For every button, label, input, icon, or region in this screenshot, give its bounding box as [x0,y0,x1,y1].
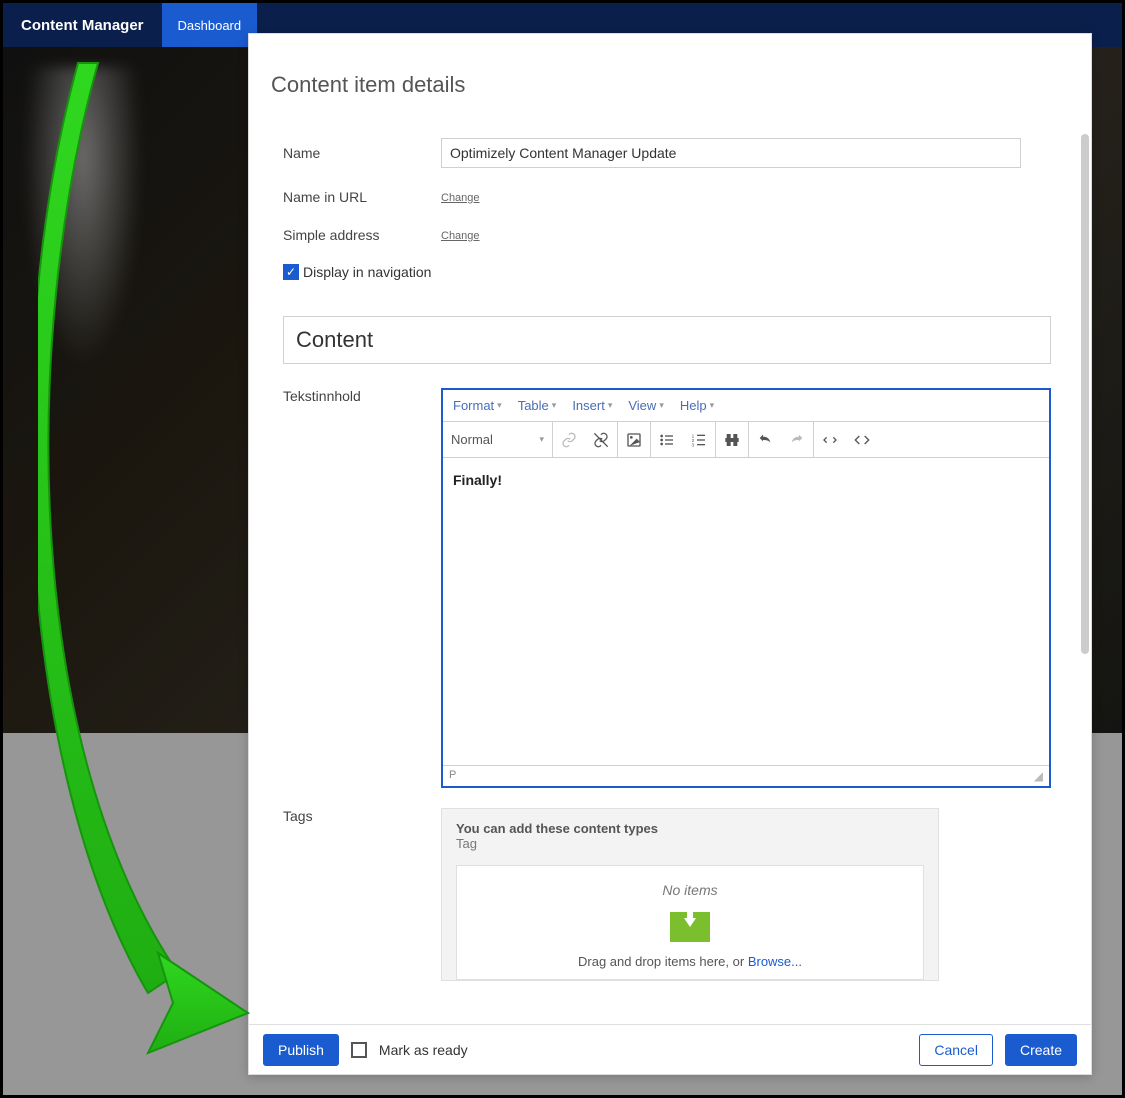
rich-text-editor: Format▾ Table▾ Insert▾ View▾ Help▾ Norma… [441,388,1051,788]
field-simple-address-row: Simple address Change [271,226,1051,244]
tags-no-items: No items [467,882,913,898]
name-in-url-label: Name in URL [283,189,441,205]
field-name-in-url-row: Name in URL Change [271,188,1051,206]
resize-handle-icon[interactable]: ◢ [1034,769,1043,783]
rte-toolbar: Normal▾ [443,422,1049,458]
rte-menu-view[interactable]: View▾ [628,398,663,413]
scrollbar[interactable] [1081,134,1089,654]
simple-address-label: Simple address [283,227,441,243]
tags-box: You can add these content types Tag No i… [441,808,939,981]
field-name-row: Name [271,138,1051,168]
personalize-icon[interactable] [716,422,748,457]
image-icon[interactable] [618,422,650,457]
simple-address-change-link[interactable]: Change [441,230,480,242]
rte-menu-table[interactable]: Table▾ [518,398,557,413]
rte-element-path[interactable]: P [449,769,456,783]
tags-drag-text: Drag and drop items here, or Browse... [467,954,913,969]
section-content-header: Content [283,316,1051,364]
modal-title: Content item details [271,72,1051,98]
cancel-button[interactable]: Cancel [919,1034,993,1066]
svg-text:3: 3 [692,442,695,447]
display-in-nav-row[interactable]: ✓ Display in navigation [271,264,1051,280]
display-in-nav-label: Display in navigation [303,264,431,280]
redo-icon[interactable] [781,422,813,457]
rte-content-area[interactable]: Finally! [443,458,1049,765]
code-block-icon[interactable] [814,422,846,457]
tekstinnhold-label: Tekstinnhold [283,388,441,404]
content-item-modal: Content item details Name Name in URL Ch… [248,33,1092,1075]
rte-menu-format[interactable]: Format▾ [453,398,502,413]
download-arrow-icon [670,912,710,942]
publish-button[interactable]: Publish [263,1034,339,1066]
name-label: Name [283,145,441,161]
tab-dashboard[interactable]: Dashboard [162,3,258,47]
tags-browse-link[interactable]: Browse... [748,954,802,969]
brand-title: Content Manager [3,17,162,34]
modal-body: Content item details Name Name in URL Ch… [249,34,1091,1024]
modal-footer: Publish Mark as ready Cancel Create [249,1024,1091,1074]
rte-menu-insert[interactable]: Insert▾ [572,398,612,413]
link-icon[interactable] [553,422,585,457]
tags-dropzone[interactable]: No items Drag and drop items here, or Br… [456,865,924,980]
rte-menu-help[interactable]: Help▾ [680,398,714,413]
field-tags-row: Tags You can add these content types Tag… [271,808,1051,981]
mark-ready-checkbox[interactable] [351,1042,367,1058]
field-tekstinnhold-row: Tekstinnhold Format▾ Table▾ Insert▾ View… [271,388,1051,788]
name-in-url-change-link[interactable]: Change [441,192,480,204]
rte-status-bar: P ◢ [443,765,1049,786]
tags-subheading: Tag [456,836,924,851]
tags-label: Tags [283,808,441,824]
mark-ready-label: Mark as ready [379,1042,468,1058]
unlink-icon[interactable] [585,422,617,457]
bullet-list-icon[interactable] [651,422,683,457]
rte-style-dropdown[interactable]: Normal▾ [443,422,553,457]
tags-heading: You can add these content types [456,821,924,836]
numbered-list-icon[interactable]: 123 [683,422,715,457]
undo-icon[interactable] [749,422,781,457]
source-code-icon[interactable] [846,422,878,457]
rte-menubar: Format▾ Table▾ Insert▾ View▾ Help▾ [443,390,1049,422]
create-button[interactable]: Create [1005,1034,1077,1066]
checkbox-checked-icon[interactable]: ✓ [283,264,299,280]
name-input[interactable] [441,138,1021,168]
